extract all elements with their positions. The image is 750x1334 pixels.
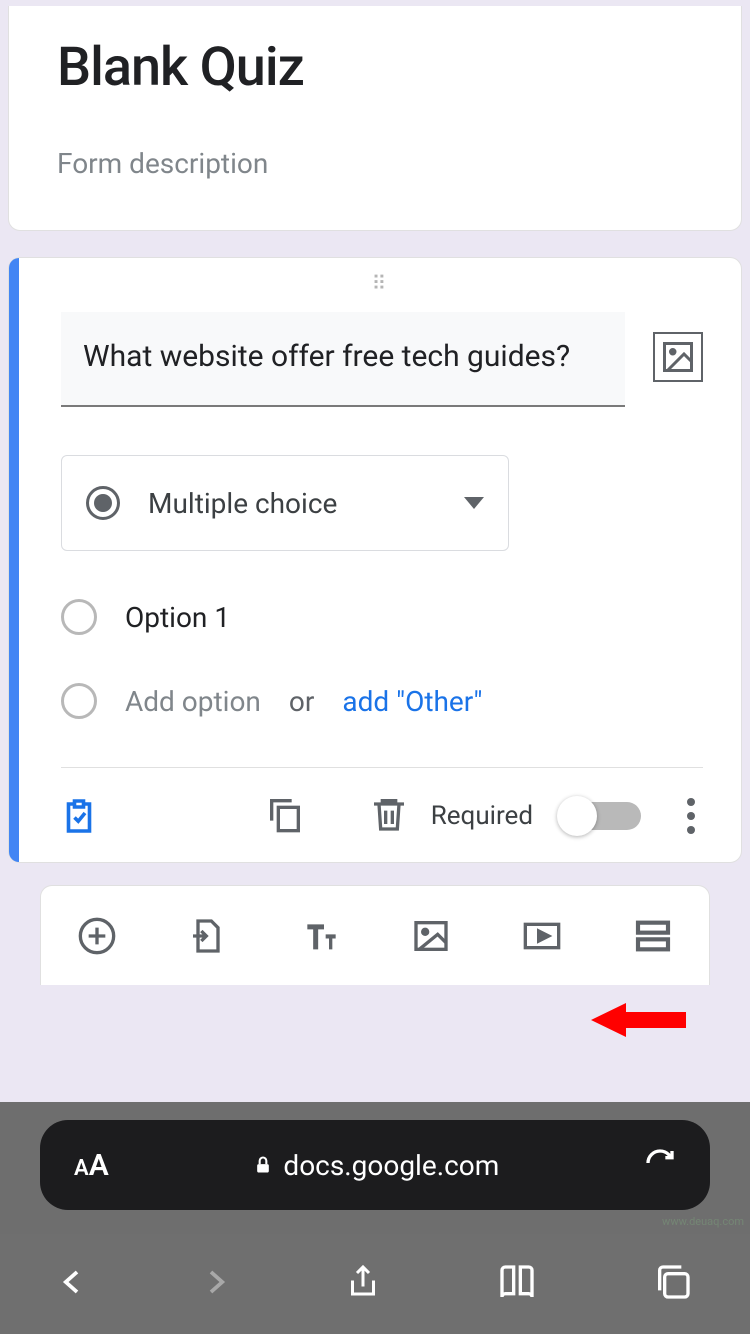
- browser-nav-bar: [0, 1234, 750, 1334]
- answer-key-button[interactable]: [61, 798, 97, 834]
- video-icon: [522, 916, 562, 956]
- url-display[interactable]: docs.google.com: [109, 1149, 644, 1182]
- reload-icon: [644, 1147, 676, 1179]
- radio-empty-icon: [61, 683, 97, 719]
- form-title[interactable]: Blank Quiz: [57, 36, 701, 99]
- add-other-button[interactable]: add "Other": [342, 685, 482, 718]
- bookmarks-button[interactable]: [495, 1262, 539, 1306]
- share-button[interactable]: [345, 1260, 381, 1308]
- trash-icon: [369, 794, 409, 834]
- add-title-button[interactable]: [299, 916, 339, 956]
- option-row[interactable]: Option 1: [61, 599, 703, 635]
- back-button[interactable]: [57, 1262, 87, 1306]
- image-icon: [660, 339, 696, 375]
- radio-filled-icon: [86, 486, 120, 520]
- chevron-left-icon: [57, 1262, 87, 1302]
- browser-address-bar: AA docs.google.com: [0, 1102, 750, 1234]
- form-header-card: Blank Quiz Form description: [8, 6, 742, 231]
- question-text-input[interactable]: What website offer free tech guides?: [61, 312, 625, 407]
- forward-button[interactable]: [201, 1262, 231, 1306]
- chevron-down-icon: [464, 497, 484, 509]
- text-icon: [299, 916, 339, 956]
- chevron-right-icon: [201, 1262, 231, 1302]
- question-type-dropdown[interactable]: Multiple choice: [61, 455, 509, 551]
- watermark: www.deuaq.com: [662, 1215, 744, 1228]
- add-image-button[interactable]: [411, 916, 451, 956]
- add-option-button[interactable]: Add option: [125, 685, 261, 718]
- required-label: Required: [431, 801, 533, 831]
- clipboard-check-icon: [61, 798, 97, 834]
- drag-handle-icon[interactable]: ⠿: [61, 280, 703, 300]
- form-description[interactable]: Form description: [57, 147, 701, 180]
- divider: [61, 767, 703, 768]
- book-icon: [495, 1262, 539, 1302]
- copy-icon: [265, 794, 305, 834]
- annotation-arrow: [591, 995, 691, 1049]
- or-label: or: [289, 685, 314, 718]
- required-toggle[interactable]: [561, 802, 641, 830]
- plus-circle-icon: [77, 916, 117, 956]
- text-size-button[interactable]: AA: [74, 1148, 109, 1183]
- add-option-row: Add option or add "Other": [61, 683, 703, 719]
- share-icon: [345, 1260, 381, 1304]
- section-icon: [633, 916, 673, 956]
- option-label[interactable]: Option 1: [125, 601, 230, 634]
- tabs-button[interactable]: [653, 1262, 693, 1306]
- add-question-button[interactable]: [77, 916, 117, 956]
- import-questions-button[interactable]: [188, 916, 228, 956]
- question-type-label: Multiple choice: [148, 487, 436, 520]
- duplicate-button[interactable]: [265, 794, 305, 838]
- more-options-button[interactable]: [679, 798, 703, 834]
- radio-empty-icon: [61, 599, 97, 635]
- add-image-button[interactable]: [653, 332, 703, 382]
- import-icon: [188, 916, 228, 956]
- floating-toolbar: [40, 885, 710, 985]
- delete-button[interactable]: [369, 794, 409, 838]
- tabs-icon: [653, 1262, 693, 1302]
- add-video-button[interactable]: [522, 916, 562, 956]
- image-icon: [411, 916, 451, 956]
- add-section-button[interactable]: [633, 916, 673, 956]
- lock-icon: [253, 1153, 273, 1177]
- more-vertical-icon: [687, 798, 695, 806]
- reload-button[interactable]: [644, 1147, 676, 1183]
- question-card: ⠿ What website offer free tech guides? M…: [8, 257, 742, 863]
